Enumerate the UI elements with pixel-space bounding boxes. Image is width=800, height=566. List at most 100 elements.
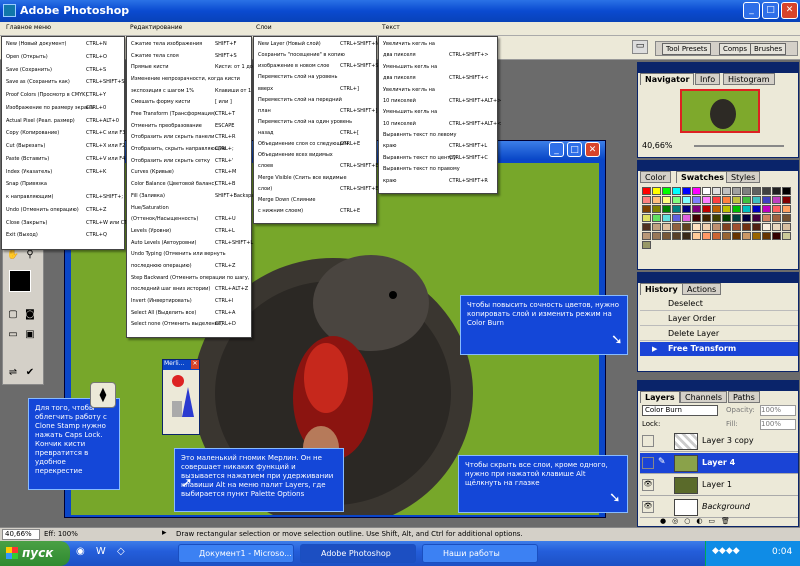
quick-launch-icons[interactable]: ◉ W ◇ bbox=[76, 546, 150, 560]
swatch[interactable] bbox=[642, 241, 651, 249]
menu-item-label[interactable]: Color Balance (Цветовой баланс) bbox=[131, 181, 216, 187]
menu-item-label[interactable]: Levels (Уровни) bbox=[131, 228, 171, 234]
swatch[interactable] bbox=[782, 223, 791, 231]
fullscreen-mode-icon[interactable]: ▣ bbox=[23, 328, 37, 342]
menu-item-label[interactable]: Переместить слой на один уровень bbox=[258, 119, 352, 125]
tab-channels[interactable]: Channels bbox=[680, 391, 728, 403]
zoom-icon[interactable]: ⚲ bbox=[23, 248, 37, 262]
swatch[interactable] bbox=[772, 232, 781, 240]
swatch[interactable] bbox=[652, 223, 661, 231]
menu-item-label[interactable]: Open (Открыть) bbox=[6, 54, 48, 60]
menu-item-label[interactable]: Объединение слоя со следующим bbox=[258, 141, 348, 147]
menu-item-label[interactable]: Отобразить или скрыть панели bbox=[131, 134, 214, 140]
swatch[interactable] bbox=[722, 214, 731, 222]
tab-history[interactable]: History bbox=[640, 283, 683, 295]
imageready-icon[interactable]: ⇌ bbox=[6, 366, 20, 380]
swatch[interactable] bbox=[742, 187, 751, 195]
visibility-toggle[interactable] bbox=[642, 435, 654, 447]
menu-item-label[interactable]: Merge Down (Слияние bbox=[258, 197, 315, 203]
swatch[interactable] bbox=[662, 214, 671, 222]
layer-row[interactable]: 👁 Background bbox=[640, 497, 798, 518]
swatch[interactable] bbox=[762, 196, 771, 204]
menu-item-label[interactable]: Free Transform (Трансформация) bbox=[131, 111, 216, 117]
swatch[interactable] bbox=[762, 223, 771, 231]
swatch[interactable] bbox=[682, 232, 691, 240]
menu-item-label[interactable]: Сохранить "посещение" в копию bbox=[258, 52, 345, 58]
swatch[interactable] bbox=[682, 187, 691, 195]
menu-item-label[interactable]: Переместить слой на передний bbox=[258, 97, 342, 103]
menu-edit[interactable]: Редактирование bbox=[130, 24, 182, 31]
menu-item-label[interactable]: Select none (Отменить выделение) bbox=[131, 321, 223, 327]
eye-icon[interactable]: 👁 bbox=[642, 479, 654, 491]
eye-icon[interactable]: 👁 bbox=[642, 501, 654, 513]
tab-paths[interactable]: Paths bbox=[728, 391, 760, 403]
menu-item-label[interactable]: New (Новый документ) bbox=[6, 41, 66, 47]
swatch[interactable] bbox=[762, 187, 771, 195]
fill-field[interactable]: 100% bbox=[760, 419, 796, 430]
tab-swatches[interactable]: Swatches bbox=[676, 171, 729, 183]
swatch[interactable] bbox=[642, 232, 651, 240]
menu-text[interactable]: Текст bbox=[382, 24, 400, 31]
swatch[interactable] bbox=[702, 223, 711, 231]
quickmask-mode-icon[interactable]: ◙ bbox=[23, 308, 37, 322]
history-item[interactable]: Deselect bbox=[640, 297, 798, 311]
tab-layers[interactable]: Layers bbox=[640, 391, 680, 403]
swatch[interactable] bbox=[642, 205, 651, 213]
menu-item-label[interactable]: Close (Закрыть) bbox=[6, 220, 47, 226]
swatch[interactable] bbox=[692, 187, 701, 195]
swatch[interactable] bbox=[692, 223, 701, 231]
swatch[interactable] bbox=[692, 214, 701, 222]
swatch[interactable] bbox=[702, 232, 711, 240]
comps-tab[interactable]: Comps bbox=[719, 43, 752, 55]
menu-item-label[interactable]: Выравнять текст по центру bbox=[383, 155, 456, 161]
swatch[interactable] bbox=[662, 223, 671, 231]
menu-item-label[interactable]: Выравнять текст по правому bbox=[383, 166, 460, 172]
swatch[interactable] bbox=[772, 223, 781, 231]
menu-item-label[interactable]: Уменьшить кегль на bbox=[383, 64, 437, 70]
menu-item-label[interactable]: Отобразить или скрыть сетку bbox=[131, 158, 210, 164]
swatch[interactable] bbox=[772, 205, 781, 213]
menu-item-label[interactable]: 10 пикселей bbox=[383, 121, 416, 127]
menu-item-label[interactable]: назад bbox=[258, 130, 274, 136]
swatch[interactable] bbox=[662, 196, 671, 204]
swatch[interactable] bbox=[782, 232, 791, 240]
status-zoom[interactable]: 40,66% bbox=[2, 529, 40, 540]
menu-item-label[interactable]: план bbox=[258, 108, 271, 114]
menu-item-label[interactable]: Copy (Копирование) bbox=[6, 130, 59, 136]
swatch[interactable] bbox=[722, 232, 731, 240]
menu-item-label[interactable]: экспозиция с шагом 1% bbox=[131, 88, 194, 94]
tab-navigator[interactable]: Navigator bbox=[640, 73, 695, 85]
swatch[interactable] bbox=[662, 205, 671, 213]
swatch[interactable] bbox=[772, 214, 781, 222]
swatch[interactable] bbox=[672, 205, 681, 213]
menu-item-label[interactable]: Curves (Кривые) bbox=[131, 169, 174, 175]
swatch[interactable] bbox=[662, 187, 671, 195]
tray-icons[interactable]: ◆◆◆◆ bbox=[712, 546, 740, 556]
menu-item-label[interactable]: Переместить слой на уровень bbox=[258, 74, 338, 80]
menu-item-label[interactable]: Invert (Инвертировать) bbox=[131, 298, 192, 304]
swatch[interactable] bbox=[772, 187, 781, 195]
swatch[interactable] bbox=[672, 196, 681, 204]
swatch[interactable] bbox=[752, 205, 761, 213]
menu-item-label[interactable]: Изображение по размеру экрана bbox=[6, 105, 93, 111]
swatch[interactable] bbox=[732, 223, 741, 231]
screen-mode-icon[interactable]: ▭ bbox=[6, 328, 20, 342]
layer-row[interactable]: 👁 Layer 1 bbox=[640, 475, 798, 496]
swatch[interactable] bbox=[692, 232, 701, 240]
menu-item-label[interactable]: вверх bbox=[258, 86, 273, 92]
swatch[interactable] bbox=[742, 214, 751, 222]
start-button[interactable]: пуск bbox=[0, 541, 70, 566]
swatch[interactable] bbox=[642, 214, 651, 222]
doc-minimize-button[interactable]: _ bbox=[549, 142, 564, 157]
swatch[interactable] bbox=[732, 205, 741, 213]
menu-item-label[interactable]: Save (Сохранить) bbox=[6, 67, 52, 73]
menu-item-label[interactable]: Смешать форму кисти bbox=[131, 99, 190, 105]
swatch[interactable] bbox=[642, 223, 651, 231]
task-folder[interactable]: Наши работы bbox=[422, 544, 538, 563]
history-item-selected[interactable]: Free Transform bbox=[640, 342, 798, 356]
menu-item-label[interactable]: два пикселя bbox=[383, 75, 416, 81]
tab-info[interactable]: Info bbox=[695, 73, 721, 85]
menu-item-label[interactable]: New Layer (Новый слой) bbox=[258, 41, 321, 47]
swatch[interactable] bbox=[682, 196, 691, 204]
menu-item-label[interactable]: Actual Pixel (Реал. размер) bbox=[6, 118, 75, 124]
